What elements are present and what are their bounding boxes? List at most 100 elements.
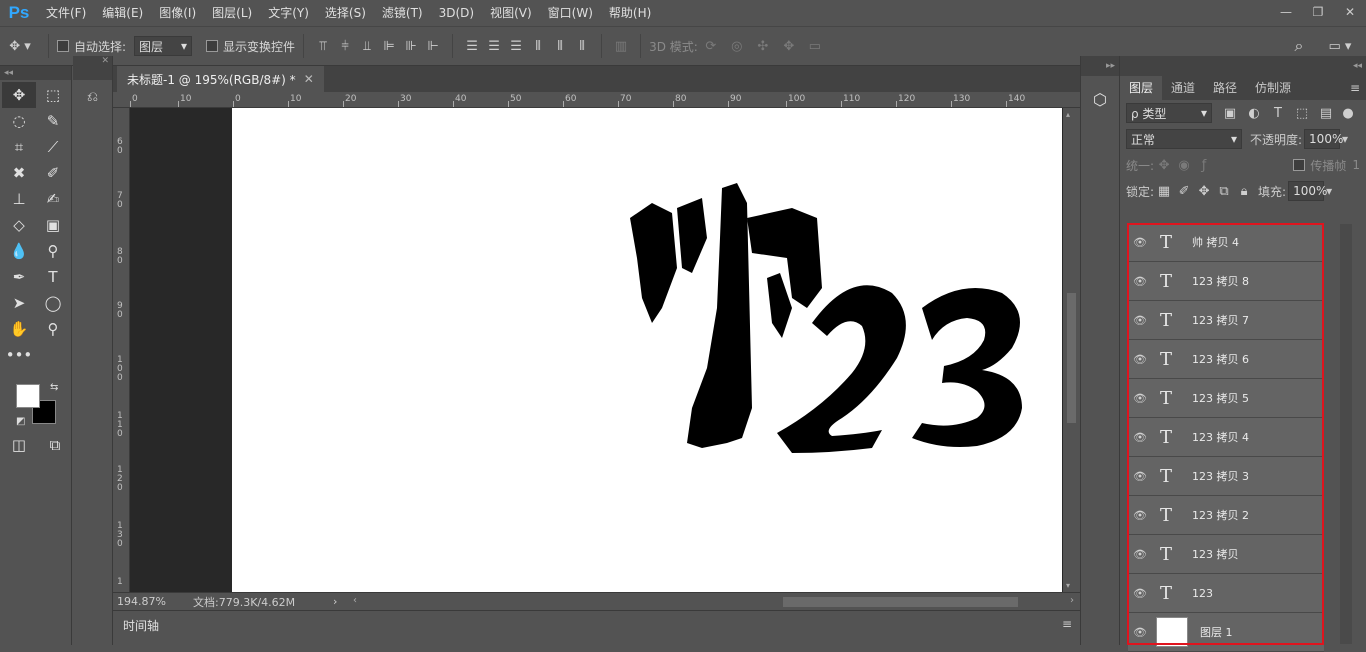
layer-row[interactable]: 👁︎ T 123 拷贝 — [1128, 535, 1324, 574]
more-tools-icon[interactable]: ••• — [2, 342, 36, 368]
layer-name[interactable]: 123 拷贝 3 — [1180, 468, 1249, 484]
panel-tab[interactable]: 通道 — [1162, 76, 1204, 100]
pan-3d-icon[interactable]: ✣ — [750, 39, 776, 54]
menu-item[interactable]: 滤镜(T) — [374, 0, 431, 26]
orbit-3d-icon[interactable]: ⟳ — [698, 39, 724, 54]
layer-name[interactable]: 123 — [1180, 587, 1213, 600]
layer-row[interactable]: 👁︎ T 帅 拷贝 4 — [1128, 223, 1324, 262]
pen-tool-icon[interactable]: ✒ — [2, 264, 36, 290]
align-left-icon[interactable]: ⊫ — [378, 39, 400, 54]
lock-transparent-icon[interactable]: ▦ — [1154, 184, 1174, 199]
3d-panel-icon[interactable]: ⬡ — [1081, 86, 1119, 112]
quick-select-tool-icon[interactable]: ✎ — [36, 108, 70, 134]
healing-tool-icon[interactable]: ✖ — [2, 160, 36, 186]
crop-tool-icon[interactable]: ⌗ — [2, 134, 36, 160]
visibility-eye-icon[interactable]: 👁︎ — [1128, 587, 1152, 600]
menu-item[interactable]: 选择(S) — [317, 0, 374, 26]
quick-mask-icon[interactable]: ◫ — [8, 436, 30, 454]
visibility-eye-icon[interactable]: 👁︎ — [1128, 236, 1152, 249]
opacity-input[interactable]: 100% — [1304, 129, 1343, 149]
layer-name[interactable]: 图层 1 — [1188, 624, 1233, 640]
panel-menu-icon[interactable]: ≡ — [1062, 617, 1072, 631]
scroll-left-icon[interactable]: ‹ — [353, 595, 357, 606]
brush-tool-icon[interactable]: ✐ — [36, 160, 70, 186]
chevron-right-icon[interactable]: › — [333, 595, 349, 608]
propagate-checkbox[interactable]: 传播帧 1 — [1293, 157, 1360, 174]
align-bottom-icon[interactable]: ⫫ — [356, 39, 378, 54]
type-tool-icon[interactable]: T — [36, 264, 70, 290]
layers-scrollbar[interactable] — [1340, 224, 1352, 644]
panel-tab[interactable]: 仿制源 — [1246, 76, 1300, 100]
dodge-tool-icon[interactable]: ⚲ — [36, 238, 70, 264]
menu-item[interactable]: 图层(L) — [204, 0, 260, 26]
foreground-color-swatch[interactable] — [16, 384, 40, 408]
layer-row[interactable]: 👁︎ T 123 拷贝 3 — [1128, 457, 1324, 496]
chevron-down-icon[interactable]: ▾ — [1342, 132, 1348, 146]
lasso-tool-icon[interactable]: ◌ — [2, 108, 36, 134]
filter-adjust-icon[interactable]: ◐ — [1242, 106, 1266, 121]
move-tool-icon[interactable]: ✥ ▾ — [0, 39, 40, 54]
filter-toggle-icon[interactable]: ● — [1338, 106, 1358, 121]
collapse-icon[interactable]: ◂◂ — [0, 66, 71, 80]
distribute-vcenter-icon[interactable]: ☰ — [483, 39, 505, 54]
menu-item[interactable]: 编辑(E) — [94, 0, 151, 26]
workspace-icon[interactable]: ▭ ▾ — [1322, 39, 1358, 54]
close-tab-icon[interactable]: ✕ — [304, 72, 314, 86]
menu-item[interactable]: 文字(Y) — [260, 0, 317, 26]
hand-tool-icon[interactable]: ✋ — [2, 316, 36, 342]
show-transform-checkbox[interactable]: 显示变换控件 — [206, 38, 295, 55]
panel-menu-icon[interactable]: ≡ — [1350, 76, 1366, 100]
distribute-bottom-icon[interactable]: ☰ — [505, 39, 527, 54]
scroll-right-icon[interactable]: › — [1070, 595, 1074, 606]
screen-mode-icon[interactable]: ⧉ — [44, 436, 66, 454]
restore-icon[interactable]: ❐ — [1302, 0, 1334, 24]
align-right-icon[interactable]: ⊩ — [422, 39, 444, 54]
layer-filter-dropdown[interactable]: ρ 类型 ▾ — [1126, 103, 1212, 123]
layer-row[interactable]: 👁︎ T 123 拷贝 5 — [1128, 379, 1324, 418]
fill-input[interactable]: 100% — [1288, 181, 1327, 201]
layer-name[interactable]: 123 拷贝 8 — [1180, 273, 1249, 289]
layer-name[interactable]: 123 拷贝 2 — [1180, 507, 1249, 523]
roll-3d-icon[interactable]: ◎ — [724, 39, 750, 54]
stamp-tool-icon[interactable]: ⊥ — [2, 186, 36, 212]
layer-name[interactable]: 123 拷贝 7 — [1180, 312, 1249, 328]
blend-mode-dropdown[interactable]: 正常 ▾ — [1126, 129, 1242, 149]
auto-select-dropdown[interactable]: 图层 ▾ — [134, 36, 193, 56]
ellipse-tool-icon[interactable]: ◯ — [36, 290, 70, 316]
gradient-tool-icon[interactable]: ▣ — [36, 212, 70, 238]
collapse-icon[interactable]: ◂◂ — [1120, 56, 1366, 76]
distribute-hcenter-icon[interactable]: ⦀ — [549, 39, 571, 54]
filter-shape-icon[interactable]: ⬚ — [1290, 106, 1314, 121]
layer-row[interactable]: 👁︎ T 123 拷贝 8 — [1128, 262, 1324, 301]
zoom-tool-icon[interactable]: ⚲ — [36, 316, 70, 342]
menu-item[interactable]: 3D(D) — [431, 0, 482, 26]
swap-colors-icon[interactable]: ⇆ — [50, 382, 58, 393]
timeline-tab[interactable]: 时间轴 — [115, 613, 168, 639]
scroll-up-icon[interactable]: ▴ — [1066, 110, 1070, 119]
visibility-eye-icon[interactable]: 👁︎ — [1128, 626, 1152, 639]
history-icon[interactable]: ⎌ — [77, 82, 108, 112]
visibility-eye-icon[interactable]: 👁︎ — [1128, 353, 1152, 366]
menu-item[interactable]: 图像(I) — [151, 0, 204, 26]
align-top-icon[interactable]: ⫪ — [312, 39, 334, 54]
layer-row[interactable]: 👁︎ T 123 拷贝 4 — [1128, 418, 1324, 457]
auto-select-checkbox[interactable]: 自动选择: — [57, 38, 126, 55]
distribute-left-icon[interactable]: ⦀ — [527, 39, 549, 54]
chevron-down-icon[interactable]: ▾ — [1326, 184, 1332, 198]
distribute-top-icon[interactable]: ☰ — [461, 39, 483, 54]
horizontal-scrollbar[interactable]: ‹ › — [349, 593, 1080, 611]
zoom-level[interactable]: 194.87% — [113, 595, 193, 608]
filter-type-icon[interactable]: T — [1266, 106, 1290, 121]
move-tool-icon[interactable]: ✥ — [2, 82, 36, 108]
layer-row[interactable]: 👁︎ T 123 拷贝 7 — [1128, 301, 1324, 340]
collapse-icon[interactable]: ▸▸ — [1081, 56, 1119, 76]
layer-name[interactable]: 123 拷贝 — [1180, 546, 1239, 562]
eyedropper-tool-icon[interactable]: ⟋ — [36, 134, 70, 160]
close-icon[interactable]: ✕ — [1334, 0, 1366, 24]
menu-item[interactable]: 帮助(H) — [601, 0, 659, 26]
scroll-down-icon[interactable]: ▾ — [1066, 581, 1070, 590]
lock-position-icon[interactable]: ✥ — [1194, 184, 1214, 199]
visibility-eye-icon[interactable]: 👁︎ — [1128, 509, 1152, 522]
menu-item[interactable]: 视图(V) — [482, 0, 540, 26]
lock-all-icon[interactable]: 🔒︎ — [1234, 184, 1254, 199]
